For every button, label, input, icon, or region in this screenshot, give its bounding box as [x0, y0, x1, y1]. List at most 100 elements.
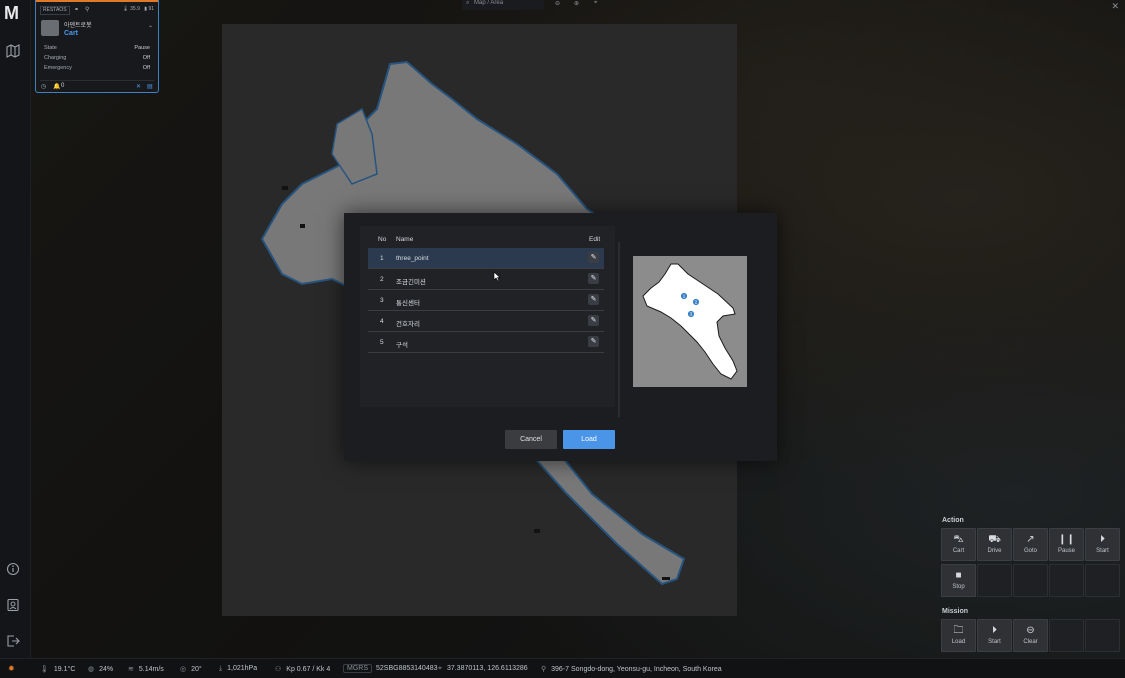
cart-icon: ⛍: [953, 534, 964, 545]
drive-button[interactable]: ⛟ Drive: [977, 528, 1012, 561]
start-label: Start: [1096, 548, 1109, 554]
stop-button[interactable]: ■ Stop: [941, 564, 976, 597]
empty-slot: [1049, 564, 1084, 597]
mission-clear-label: Clear: [1023, 639, 1038, 645]
pressure-item: ⤓ 1,021hPa: [219, 665, 257, 673]
edit-icon[interactable]: ✎: [588, 294, 599, 305]
address-value: 396-7 Songdo-dong, Yeonsu-gu, Incheon, S…: [551, 666, 722, 673]
empty-slot: [1013, 564, 1048, 597]
robot-battery: 91: [148, 6, 154, 12]
mission-row[interactable]: 3 통신센터 ✎: [368, 290, 604, 311]
logout-icon[interactable]: [6, 634, 20, 648]
empty-slot: [977, 564, 1012, 597]
map-icon[interactable]: [6, 44, 20, 58]
pause-button[interactable]: ❙❙ Pause: [1049, 528, 1084, 561]
edit-icon[interactable]: ✎: [588, 273, 599, 284]
coords-item: ⌖ 37.3870113, 126.6113286: [438, 665, 528, 673]
app-logo[interactable]: M: [4, 4, 24, 22]
scrollbar[interactable]: [618, 242, 620, 417]
robot-thumbnail: [41, 20, 59, 36]
robot-charging-row: Charging Off: [44, 55, 150, 61]
locate-icon[interactable]: ⌖: [594, 0, 597, 10]
mission-start-label: Start: [988, 639, 1001, 645]
start-button[interactable]: ⏵ Start: [1085, 528, 1120, 561]
preview-map: 1 2 3: [642, 263, 738, 380]
direction-value: 20°: [191, 666, 202, 673]
edit-icon[interactable]: ✎: [588, 336, 599, 347]
search-icon: ⌕: [466, 0, 470, 6]
mission-list: No Name Edit 1 three_point ✎ 2 조금긴미션 ✎ 3…: [360, 226, 620, 417]
mission-panel-title: Mission: [942, 608, 969, 615]
pause-icon: ❙❙: [1058, 534, 1075, 545]
chat-icon[interactable]: ▤: [147, 83, 153, 90]
mission-list-header: No Name Edit: [360, 226, 615, 248]
robot-state-row: State Pause: [44, 45, 150, 51]
load-button[interactable]: Load: [563, 430, 615, 449]
mission-row[interactable]: 2 조금긴미션 ✎: [368, 269, 604, 290]
row-no: 4: [380, 318, 384, 325]
robot-name: 아덴트로봇: [64, 23, 92, 29]
edit-icon[interactable]: ✎: [588, 252, 599, 263]
map-search-input[interactable]: ⌕ Map / Area: [462, 0, 544, 10]
bell-icon[interactable]: 🔔: [53, 83, 60, 90]
arrow-up-right-icon: ↗: [1026, 534, 1035, 545]
user-icon[interactable]: [6, 598, 20, 612]
mgrs-value: 52SBG8853140483: [376, 665, 438, 672]
goto-button[interactable]: ↗ Goto: [1013, 528, 1048, 561]
clock-icon[interactable]: ◷: [41, 83, 46, 90]
settings-icon[interactable]: ✹: [8, 664, 15, 673]
mission-row[interactable]: 4 건호자리 ✎: [368, 311, 604, 332]
compass-icon: ◎: [180, 666, 187, 673]
crosshair-icon: ⌖: [438, 665, 442, 672]
robot-mode: Cart: [64, 30, 79, 37]
zoom-out-icon[interactable]: ⊖: [555, 0, 560, 10]
kp-icon: ⚇: [275, 666, 282, 673]
car-icon: ⛟: [988, 534, 1001, 545]
info-icon[interactable]: [6, 562, 20, 576]
temperature-value: 19.1°C: [53, 666, 76, 673]
wind-value: 5.14m/s: [138, 666, 164, 673]
pressure-icon: ⤓: [219, 665, 223, 672]
empty-slot: [1085, 619, 1120, 652]
kp-value: Kp 0.67 / Kk 4: [286, 666, 331, 673]
play-icon: ⏵: [1100, 534, 1105, 545]
mgrs-item: MGRS 52SBG8853140483: [343, 664, 438, 673]
folder-icon: 🗀: [953, 625, 964, 636]
row-no: 3: [380, 297, 384, 304]
stop-icon: ■: [955, 570, 962, 581]
humidity-value: 24%: [99, 666, 114, 673]
charging-label: Charging: [44, 55, 67, 61]
close-icon[interactable]: ✕: [1111, 1, 1119, 12]
kp-item: ⚇ Kp 0.67 / Kk 4: [275, 665, 330, 673]
play-icon: ⏵: [992, 625, 997, 636]
mgrs-label: MGRS: [343, 664, 372, 673]
row-no: 5: [380, 339, 384, 346]
cancel-button[interactable]: Cancel: [505, 430, 557, 449]
mouse-cursor-icon: [493, 271, 501, 282]
cart-button[interactable]: ⛍ Cart: [941, 528, 976, 561]
thermometer-icon: 🌡: [40, 666, 49, 673]
tools-icon[interactable]: ✕: [136, 83, 141, 90]
status-stripe: [36, 0, 158, 2]
mission-clear-button[interactable]: ⊖ Clear: [1013, 619, 1048, 652]
mission-row[interactable]: 5 구석 ✎: [368, 332, 604, 353]
emergency-value: Off: [142, 65, 150, 71]
mission-load-button[interactable]: 🗀 Load: [941, 619, 976, 652]
person-icon: ⚲: [85, 7, 90, 13]
row-no: 2: [380, 276, 384, 283]
column-edit: Edit: [589, 236, 601, 243]
mission-start-button[interactable]: ⏵ Start: [977, 619, 1012, 652]
drive-label: Drive: [987, 548, 1002, 554]
row-no: 1: [380, 255, 384, 262]
mission-row[interactable]: 1 three_point ✎: [368, 248, 604, 269]
row-name: 구석: [396, 342, 408, 349]
location-pin-icon: ⚲: [541, 666, 547, 673]
column-name: Name: [396, 236, 414, 243]
direction-item: ◎ 20°: [180, 665, 202, 673]
edit-icon[interactable]: ✎: [588, 315, 599, 326]
robot-card[interactable]: RESTAOS ⚭ ⚲ 🌡 35.9 ▮ 91 아덴트로봇 Cart ⌃ Sta…: [35, 0, 159, 93]
chevron-up-icon[interactable]: ⌃: [148, 25, 153, 32]
clear-icon: ⊖: [1026, 625, 1035, 636]
robot-card-footer: ◷ 🔔 0 ✕ ▤: [40, 80, 154, 90]
zoom-in-icon[interactable]: ⊕: [574, 0, 579, 10]
